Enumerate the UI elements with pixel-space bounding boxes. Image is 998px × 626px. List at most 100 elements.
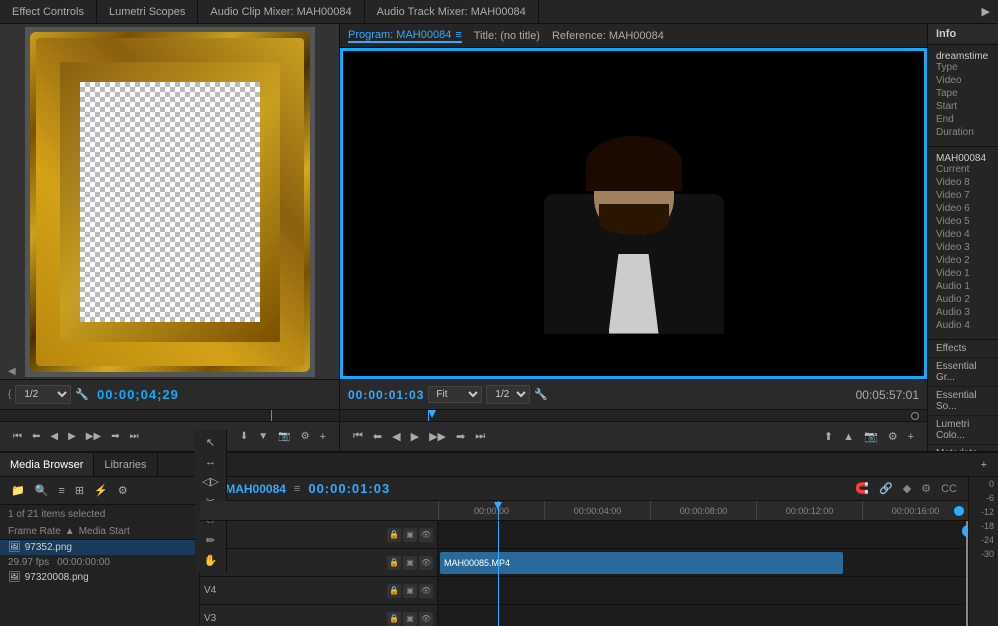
source-camera-btn[interactable]: 📷 — [275, 429, 293, 445]
track-v3-lock[interactable]: 🔒 — [387, 612, 401, 626]
timeline-ruler[interactable]: 00:00:00 00:00:04:00 00:00:08:00 00:00:1… — [200, 501, 968, 521]
tab-media-browser[interactable]: Media Browser — [0, 453, 94, 476]
clip-mah00085-v5-label: MAH00085.MP4 — [444, 558, 510, 568]
prog-extract-btn[interactable]: ▲ — [840, 428, 857, 445]
track-v5-eye[interactable]: 👁 — [419, 556, 433, 570]
level-neg6: -6 — [973, 493, 994, 503]
track-content-area[interactable]: MAH00085.MP4 dreamstime_16979 7352.png — [438, 521, 968, 626]
track-v3-label: V3 — [204, 613, 229, 624]
tl-cc-btn[interactable]: CC — [938, 481, 960, 496]
info-panel-header[interactable]: Info — [928, 24, 998, 45]
program-fit-select[interactable]: Fit25%50%100% — [428, 386, 482, 403]
source-step-fwd-btn[interactable]: ➡ — [108, 430, 122, 444]
video-label-info: Video — [936, 75, 990, 86]
source-overwrite-btn[interactable]: ▼ — [255, 429, 271, 445]
tab-effect-controls-label: Effect Controls — [12, 6, 84, 18]
person-container — [444, 94, 824, 334]
lumetri-color-item[interactable]: Lumetri Colo... — [928, 416, 998, 445]
source-timeline-ruler[interactable] — [0, 409, 339, 421]
program-wrench-icon[interactable]: 🔧 — [534, 388, 548, 401]
source-add-btn[interactable]: + — [317, 429, 329, 445]
hand-btn[interactable]: ✋ — [199, 552, 222, 569]
v4-label: Video 4 — [936, 229, 990, 240]
source-play-btn[interactable]: ▶ — [65, 430, 79, 444]
settings-btn[interactable]: ⚙ — [115, 482, 131, 499]
prog-step-fwd-btn[interactable]: ➡ — [453, 428, 468, 445]
tab-program[interactable]: Program: MAH00084 ≡ — [348, 29, 462, 43]
pen-btn[interactable]: ✏ — [199, 532, 222, 549]
prog-settings-btn[interactable]: ⚙ — [885, 428, 901, 445]
timeline-menu-icon[interactable]: ≡ — [294, 483, 300, 495]
prog-lift-btn[interactable]: ⬆ — [821, 428, 836, 445]
track-v4-lock[interactable]: 🔒 — [387, 584, 401, 598]
essential-sound-item[interactable]: Essential So... — [928, 387, 998, 416]
ruler-tick-12: 00:00:12:00 — [756, 501, 862, 520]
wrench-icon[interactable]: 🔧 — [75, 388, 89, 401]
tab-reference[interactable]: Reference: MAH00084 — [552, 30, 664, 42]
track-v3-eye[interactable]: 👁 — [419, 612, 433, 626]
program-video-area — [340, 48, 927, 379]
tab-overflow-arrow[interactable]: ▶ — [974, 5, 998, 18]
level-neg24: -24 — [973, 535, 994, 545]
program-ratio-select[interactable]: 1/2Fit — [486, 385, 530, 404]
icon-view-btn[interactable]: ⊞ — [72, 482, 87, 499]
prog-to-out-btn[interactable]: ⏭ — [472, 428, 488, 445]
start-label: Start — [936, 101, 990, 112]
source-to-out-btn[interactable]: ⏭ — [127, 430, 142, 444]
program-menu-icon[interactable]: ≡ — [455, 29, 461, 41]
end-label: End — [936, 114, 990, 125]
person-beard — [599, 204, 669, 234]
tab-audio-track-mixer[interactable]: Audio Track Mixer: MAH00084 — [365, 0, 539, 23]
prog-next-frame-btn[interactable]: ▶▶ — [426, 428, 449, 445]
prog-play-btn[interactable]: ▶ — [408, 428, 422, 445]
file-name-1: 97352.png — [25, 542, 72, 553]
track-v5-controls: 🔒 ▣ 👁 — [387, 556, 433, 570]
timeline-timecode: 00:00:01:03 — [308, 481, 390, 496]
search-btn[interactable]: 🔍 — [32, 482, 52, 499]
auto-match-btn[interactable]: ⚡ — [91, 482, 111, 499]
tab-lumetri-scopes[interactable]: Lumetri Scopes — [97, 0, 198, 23]
program-timeline-ruler[interactable] — [340, 409, 927, 421]
tab-libraries[interactable]: Libraries — [94, 453, 157, 476]
source-step-back-btn[interactable]: ⬅ — [29, 430, 43, 444]
tl-link-btn[interactable]: 🔗 — [876, 481, 896, 496]
file-item-1[interactable]: 🖼 97352.png — [0, 540, 199, 555]
source-button-row: ⏮ ⬅ ◀ ▶ ▶▶ ➡ ⏭ ⬇ ▼ 📷 ⚙ + — [0, 421, 339, 451]
tab-audio-clip-mixer[interactable]: Audio Clip Mixer: MAH00084 — [198, 0, 364, 23]
tl-settings-btn[interactable]: ⚙ — [918, 481, 934, 496]
prog-step-back-btn[interactable]: ⬅ — [370, 428, 385, 445]
list-view-btn[interactable]: ≡ — [55, 483, 67, 499]
tl-snap-btn[interactable]: 🧲 — [852, 481, 872, 496]
tl-add-marker-btn[interactable]: ◆ — [900, 481, 914, 496]
prog-camera-btn[interactable]: 📷 — [861, 428, 881, 445]
mah00084-section: MAH00084 Current Video 8 Video 7 Video 6… — [928, 147, 998, 340]
track-v6-eye[interactable]: 👁 — [419, 528, 433, 542]
clip-mah00085-v5[interactable]: MAH00085.MP4 — [440, 552, 843, 574]
track-v3-sync[interactable]: ▣ — [403, 612, 417, 626]
source-insert-btn[interactable]: ⬇ — [237, 429, 251, 445]
track-v5-lock[interactable]: 🔒 — [387, 556, 401, 570]
source-monitor-panel: ◀ { 1/2Fit25%100% 🔧 00:00;04;29 ⏮ ⬅ ◀ ▶ … — [0, 24, 340, 451]
track-v6-sync[interactable]: ▣ — [403, 528, 417, 542]
source-zoom-select[interactable]: 1/2Fit25%100% — [15, 385, 71, 404]
prog-to-in-btn[interactable]: ⏮ — [350, 428, 366, 445]
source-settings-btn[interactable]: ⚙ — [298, 429, 313, 445]
prog-prev-frame-btn[interactable]: ◀ — [389, 428, 403, 445]
source-to-in-btn[interactable]: ⏮ — [10, 430, 25, 444]
track-v4-sync[interactable]: ▣ — [403, 584, 417, 598]
tab-effect-controls[interactable]: Effect Controls — [0, 0, 97, 23]
track-v6-lock[interactable]: 🔒 — [387, 528, 401, 542]
effects-panel-item[interactable]: Effects — [928, 340, 998, 358]
file-item-2[interactable]: 🖼 97320008.png — [0, 570, 199, 585]
track-v4-eye[interactable]: 👁 — [419, 584, 433, 598]
source-next-frame-btn[interactable]: ▶▶ — [83, 430, 104, 444]
new-item-btn[interactable]: 📁 — [8, 482, 28, 499]
ripple-trim-btn[interactable]: ◁▷ — [199, 477, 222, 490]
essential-graphics-item[interactable]: Essential Gr... — [928, 358, 998, 387]
tab-title[interactable]: Title: (no title) — [474, 30, 540, 42]
prog-add-btn[interactable]: + — [905, 428, 917, 445]
sort-icon[interactable]: ▲ — [65, 526, 75, 537]
track-v5-sync[interactable]: ▣ — [403, 556, 417, 570]
bottom-add-btn[interactable]: + — [978, 457, 990, 473]
source-prev-frame-btn[interactable]: ◀ — [47, 430, 61, 444]
